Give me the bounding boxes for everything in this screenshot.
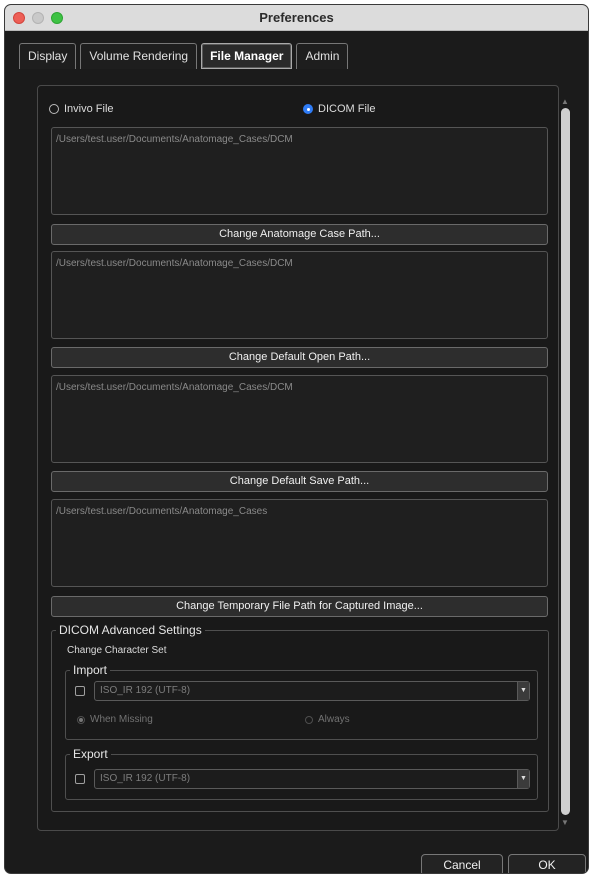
radio-selected-icon — [77, 715, 85, 724]
scroll-down-icon[interactable]: ▼ — [561, 819, 569, 827]
import-title: Import — [70, 663, 111, 677]
tab-volume-rendering[interactable]: Volume Rendering — [80, 43, 198, 69]
tab-display[interactable]: Display — [19, 43, 77, 69]
always-label: Always — [318, 714, 350, 725]
tab-admin[interactable]: Admin — [296, 43, 349, 69]
tab-file-manager[interactable]: File Manager — [201, 43, 293, 69]
tab-bar: Display Volume Rendering File Manager Ad… — [19, 43, 352, 69]
always-radio[interactable]: Always — [305, 714, 350, 725]
radio-selected-icon — [303, 104, 313, 114]
radio-icon — [305, 715, 313, 724]
when-missing-radio[interactable]: When Missing — [77, 714, 153, 725]
dicom-file-label: DICOM File — [318, 103, 376, 115]
invivo-file-label: Invivo File — [64, 103, 114, 115]
invivo-file-radio[interactable]: Invivo File — [49, 103, 114, 115]
radio-icon — [49, 104, 59, 114]
change-anatomage-case-path-button[interactable]: Change Anatomage Case Path... — [51, 224, 548, 245]
chevron-down-icon: ▼ — [517, 770, 529, 788]
cancel-button[interactable]: Cancel — [421, 854, 503, 873]
change-default-save-path-button[interactable]: Change Default Save Path... — [51, 471, 548, 492]
anatomage-case-path-field[interactable]: /Users/test.user/Documents/Anatomage_Cas… — [51, 127, 548, 215]
import-charset-value: ISO_IR 192 (UTF-8) — [100, 685, 191, 696]
scroll-thumb[interactable] — [561, 108, 570, 815]
preferences-window: Preferences Display Volume Rendering Fil… — [4, 4, 589, 874]
change-temporary-file-path-button[interactable]: Change Temporary File Path for Captured … — [51, 596, 548, 617]
scroll-up-icon[interactable]: ▲ — [561, 98, 569, 106]
temporary-file-path-field[interactable]: /Users/test.user/Documents/Anatomage_Cas… — [51, 499, 548, 587]
when-missing-label: When Missing — [90, 714, 153, 725]
default-open-path-field[interactable]: /Users/test.user/Documents/Anatomage_Cas… — [51, 251, 548, 339]
change-default-open-path-button[interactable]: Change Default Open Path... — [51, 347, 548, 368]
import-charset-checkbox[interactable] — [75, 686, 85, 696]
vertical-scrollbar[interactable]: ▲ ▼ — [559, 98, 571, 827]
change-character-set-label: Change Character Set — [67, 645, 167, 656]
export-charset-dropdown[interactable]: ISO_IR 192 (UTF-8) ▼ — [94, 769, 530, 789]
export-charset-value: ISO_IR 192 (UTF-8) — [100, 773, 191, 784]
import-charset-dropdown[interactable]: ISO_IR 192 (UTF-8) ▼ — [94, 681, 530, 701]
title-bar: Preferences — [5, 5, 588, 31]
chevron-down-icon: ▼ — [517, 682, 529, 700]
default-save-path-field[interactable]: /Users/test.user/Documents/Anatomage_Cas… — [51, 375, 548, 463]
window-title: Preferences — [259, 10, 334, 25]
ok-button[interactable]: OK — [508, 854, 586, 873]
dicom-file-radio[interactable]: DICOM File — [303, 103, 375, 115]
dicom-advanced-settings-title: DICOM Advanced Settings — [56, 623, 205, 637]
export-charset-checkbox[interactable] — [75, 774, 85, 784]
export-title: Export — [70, 747, 111, 761]
